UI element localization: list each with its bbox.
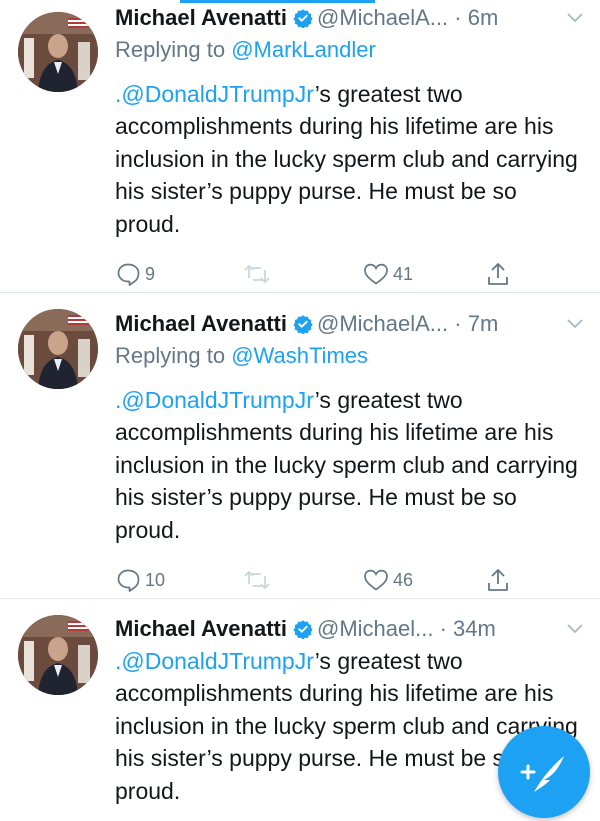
reply-count: 9 bbox=[145, 263, 156, 284]
tweet-timestamp[interactable]: · 6m bbox=[454, 5, 498, 30]
heart-icon bbox=[364, 263, 388, 285]
author-handle[interactable]: @MichaelA... bbox=[317, 5, 448, 30]
tweet-actions: 9 41 bbox=[115, 254, 600, 294]
avatar[interactable] bbox=[18, 12, 98, 92]
retweet-button[interactable] bbox=[243, 254, 271, 294]
author-name[interactable]: Michael Avenatti bbox=[115, 311, 287, 336]
heart-icon bbox=[364, 569, 388, 591]
author-handle[interactable]: @MichaelA... bbox=[317, 311, 448, 336]
like-button[interactable]: 46 bbox=[363, 560, 413, 600]
mention-link[interactable]: .@DonaldJTrumpJr bbox=[115, 648, 315, 674]
tweet[interactable]: Michael Avenatti @MichaelA... · 6m Replyi… bbox=[0, 0, 600, 292]
tweet-timestamp[interactable]: · 34m bbox=[440, 616, 496, 641]
reply-button[interactable]: 9 bbox=[115, 254, 155, 294]
chevron-down-icon[interactable] bbox=[566, 613, 584, 645]
mention-link[interactable]: .@DonaldJTrumpJr bbox=[115, 81, 315, 107]
verified-badge-icon bbox=[293, 5, 313, 29]
replying-to-link[interactable]: @MarkLandler bbox=[231, 37, 376, 62]
compose-tweet-button[interactable] bbox=[498, 726, 590, 818]
like-count: 46 bbox=[393, 569, 414, 590]
retweet-button[interactable] bbox=[243, 560, 271, 600]
share-button[interactable] bbox=[485, 560, 511, 600]
chevron-down-icon[interactable] bbox=[566, 308, 584, 340]
retweet-icon bbox=[244, 264, 270, 284]
tweet-header: Michael Avenatti @MichaelA... · 7m bbox=[115, 308, 600, 340]
like-count: 41 bbox=[393, 263, 414, 284]
replying-to: Replying to @MarkLandler bbox=[115, 34, 600, 66]
author-handle[interactable]: @Michael... bbox=[317, 616, 433, 641]
replying-to: Replying to @WashTimes bbox=[115, 340, 600, 372]
mention-link[interactable]: .@DonaldJTrumpJr bbox=[115, 387, 315, 413]
tweet-header: Michael Avenatti @MichaelA... · 6m bbox=[115, 2, 600, 34]
verified-badge-icon bbox=[293, 311, 313, 335]
share-icon bbox=[488, 263, 508, 285]
retweet-icon bbox=[244, 570, 270, 590]
chevron-down-icon[interactable] bbox=[566, 2, 584, 34]
author-name[interactable]: Michael Avenatti bbox=[115, 616, 287, 641]
reply-icon bbox=[117, 569, 140, 592]
avatar[interactable] bbox=[18, 615, 98, 695]
tweet-timestamp[interactable]: · 7m bbox=[454, 311, 498, 336]
author-name[interactable]: Michael Avenatti bbox=[115, 5, 287, 30]
reply-button[interactable]: 10 bbox=[115, 560, 165, 600]
replying-to-label: Replying to bbox=[115, 343, 232, 368]
tweet[interactable]: Michael Avenatti @MichaelA... · 7m Replyi… bbox=[0, 293, 600, 597]
replying-to-link[interactable]: @WashTimes bbox=[231, 343, 368, 368]
tweet-actions: 10 46 bbox=[115, 560, 600, 600]
share-icon bbox=[488, 569, 508, 591]
tweet-text: .@DonaldJTrumpJr’s greatest two accompli… bbox=[115, 78, 585, 240]
share-button[interactable] bbox=[485, 254, 511, 294]
tweet-text: .@DonaldJTrumpJr’s greatest two accompli… bbox=[115, 384, 585, 546]
reply-icon bbox=[117, 263, 140, 286]
like-button[interactable]: 41 bbox=[363, 254, 413, 294]
replying-to-label: Replying to bbox=[115, 37, 232, 62]
avatar[interactable] bbox=[18, 309, 98, 389]
tweet-header: Michael Avenatti @Michael... · 34m bbox=[115, 613, 600, 645]
compose-tweet-icon bbox=[520, 756, 564, 792]
verified-badge-icon bbox=[293, 616, 313, 640]
reply-count: 10 bbox=[145, 569, 166, 590]
